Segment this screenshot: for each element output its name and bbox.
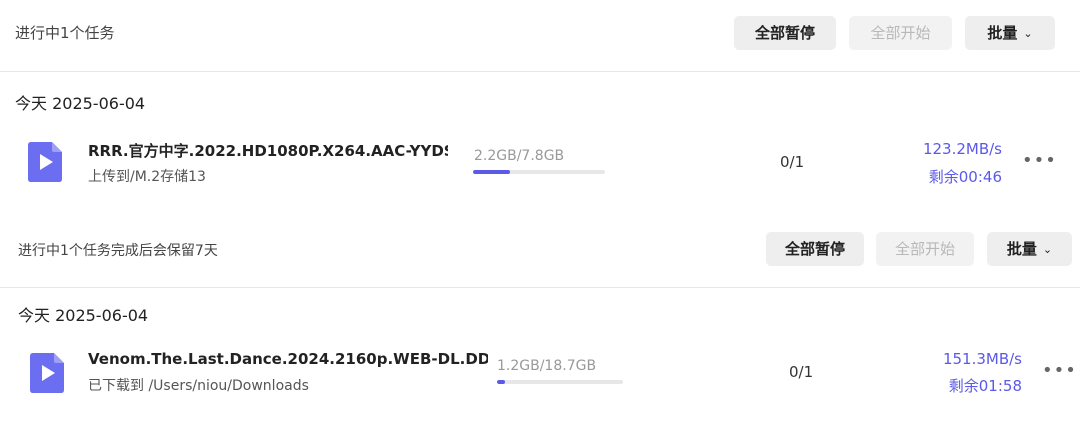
task-summary: 进行中1个任务: [15, 24, 115, 42]
batch-button[interactable]: 批量 ⌄: [987, 232, 1072, 266]
start-all-button[interactable]: 全部开始: [849, 16, 952, 50]
transfer-speed: 123.2MB/s: [922, 140, 1002, 158]
section-header-1: 进行中1个任务 全部暂停 全部开始 批量 ⌄: [0, 0, 1080, 72]
pause-all-label: 全部暂停: [754, 24, 815, 42]
date-group-label: 今天 2025-06-04: [15, 94, 146, 113]
batch-label: 批量: [987, 24, 1018, 42]
transfer-page: 进行中1个任务 全部暂停 全部开始 批量 ⌄ 今天 2025-06-04 RRR.…: [0, 0, 1080, 433]
batch-button[interactable]: 批量 ⌄: [965, 16, 1055, 50]
time-remaining: 剩余00:46: [928, 168, 1002, 186]
task-row[interactable]: Venom.The.Last.Dance.2024.2160p.WEB-DL.D…: [0, 338, 1080, 408]
transfer-size: 2.2GB/7.8GB: [474, 148, 565, 164]
progress-fill: [473, 170, 510, 174]
file-count: 0/1: [780, 153, 805, 171]
progress-bar: [473, 170, 605, 174]
chevron-down-icon: ⌄: [1042, 243, 1053, 256]
file-name: RRR.官方中字.2022.HD1080P.X264.AAC-YYDS....: [88, 142, 448, 160]
file-name: Venom.The.Last.Dance.2024.2160p.WEB-DL.D…: [88, 350, 488, 368]
progress-fill: [497, 380, 506, 384]
video-file-icon: [28, 142, 62, 182]
start-all-label: 全部开始: [894, 240, 955, 258]
pause-all-button[interactable]: 全部暂停: [766, 232, 864, 266]
video-file-icon: [30, 353, 64, 393]
pause-all-label: 全部暂停: [784, 240, 845, 258]
task-row[interactable]: RRR.官方中字.2022.HD1080P.X264.AAC-YYDS.... …: [0, 128, 1080, 198]
time-remaining: 剩余01:58: [948, 377, 1022, 395]
transfer-speed: 151.3MB/s: [942, 350, 1022, 368]
progress-bar: [497, 380, 623, 384]
task-summary: 进行中1个任务完成后会保留7天: [18, 243, 218, 259]
batch-label: 批量: [1006, 240, 1037, 258]
more-icon[interactable]: •••: [1022, 150, 1057, 171]
file-count: 0/1: [789, 363, 814, 381]
section-header-2: 进行中1个任务完成后会保留7天 全部暂停 全部开始 批量 ⌄: [0, 216, 1080, 288]
file-destination: 已下载到 /Users/niou/Downloads: [88, 378, 309, 394]
pause-all-button[interactable]: 全部暂停: [734, 16, 836, 50]
start-all-button[interactable]: 全部开始: [876, 232, 974, 266]
more-icon[interactable]: •••: [1042, 360, 1077, 381]
chevron-down-icon: ⌄: [1023, 27, 1033, 40]
start-all-label: 全部开始: [870, 24, 931, 42]
transfer-size: 1.2GB/18.7GB: [497, 358, 597, 374]
file-destination: 上传到/M.2存储13: [88, 169, 206, 185]
date-group-label: 今天 2025-06-04: [18, 306, 149, 325]
